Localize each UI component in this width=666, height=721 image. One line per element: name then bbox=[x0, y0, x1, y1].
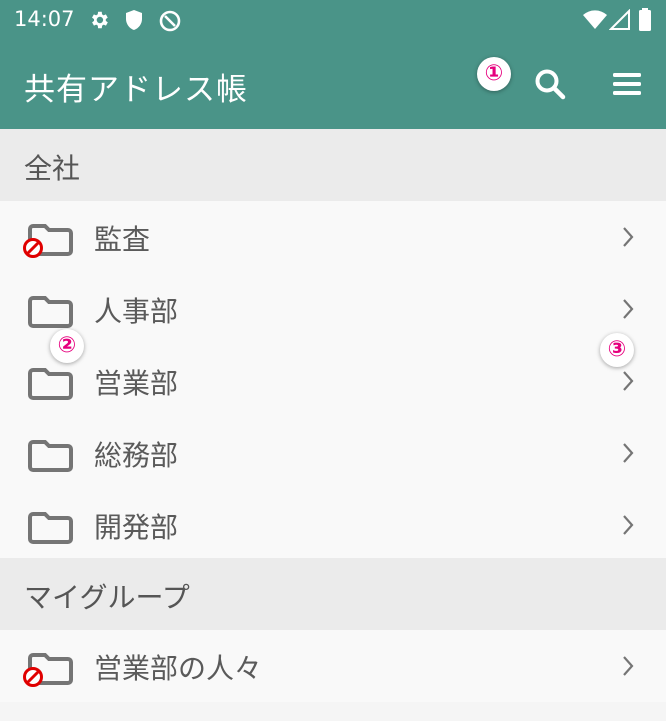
list-item-label: 営業部の人々 bbox=[94, 652, 263, 685]
folder-icon bbox=[28, 440, 73, 472]
shield-icon bbox=[126, 10, 142, 30]
list-item-eigyo-people[interactable]: 営業部の人々 bbox=[0, 630, 666, 702]
list-item-label: 営業部 bbox=[94, 367, 179, 400]
status-bar: 14:07 bbox=[0, 0, 666, 40]
list-item-somu[interactable]: 総務部 bbox=[0, 417, 666, 489]
search-button[interactable] bbox=[530, 64, 570, 104]
section-header-my-group: マイグループ bbox=[0, 558, 666, 630]
hamburger-menu-icon bbox=[613, 73, 641, 95]
folder-icon bbox=[28, 368, 73, 400]
list-item-label: 人事部 bbox=[94, 295, 179, 328]
list-item-jinji[interactable]: 人事部 bbox=[0, 273, 666, 345]
data-saver-icon bbox=[159, 10, 181, 32]
cellular-signal-icon bbox=[609, 9, 630, 30]
app-bar: 共有アドレス帳 bbox=[0, 40, 666, 129]
wifi-icon bbox=[583, 10, 607, 29]
menu-button[interactable] bbox=[607, 64, 647, 104]
chevron-right-icon bbox=[623, 299, 634, 319]
chevron-right-icon bbox=[623, 443, 634, 463]
list-item-label: 開発部 bbox=[94, 511, 179, 544]
annotation-badge-1: ① bbox=[477, 57, 511, 91]
annotation-badge-3: ③ bbox=[600, 333, 634, 367]
search-icon bbox=[535, 69, 566, 100]
list-item-label: 監査 bbox=[94, 223, 151, 256]
chevron-right-icon bbox=[623, 515, 634, 535]
section-header-company: 全社 bbox=[0, 129, 666, 201]
prohibited-icon bbox=[23, 667, 43, 687]
list-item-kaihatsu[interactable]: 開発部 bbox=[0, 489, 666, 561]
chevron-right-icon bbox=[623, 371, 634, 391]
folder-icon bbox=[28, 296, 73, 328]
prohibited-icon bbox=[23, 238, 43, 258]
list-item-kansa[interactable]: 監査 bbox=[0, 201, 666, 273]
section-label: 全社 bbox=[24, 152, 81, 185]
page-title: 共有アドレス帳 bbox=[24, 72, 248, 108]
settings-icon bbox=[92, 11, 108, 29]
section-label: マイグループ bbox=[24, 581, 190, 614]
list-item-eigyo[interactable]: 営業部 bbox=[0, 345, 666, 417]
folder-icon bbox=[28, 512, 73, 544]
annotation-badge-2: ② bbox=[50, 329, 84, 363]
chevron-right-icon bbox=[623, 656, 634, 676]
list-item-label: 総務部 bbox=[94, 439, 179, 472]
chevron-right-icon bbox=[623, 227, 634, 247]
status-time: 14:07 bbox=[14, 7, 75, 31]
battery-icon bbox=[639, 8, 651, 31]
